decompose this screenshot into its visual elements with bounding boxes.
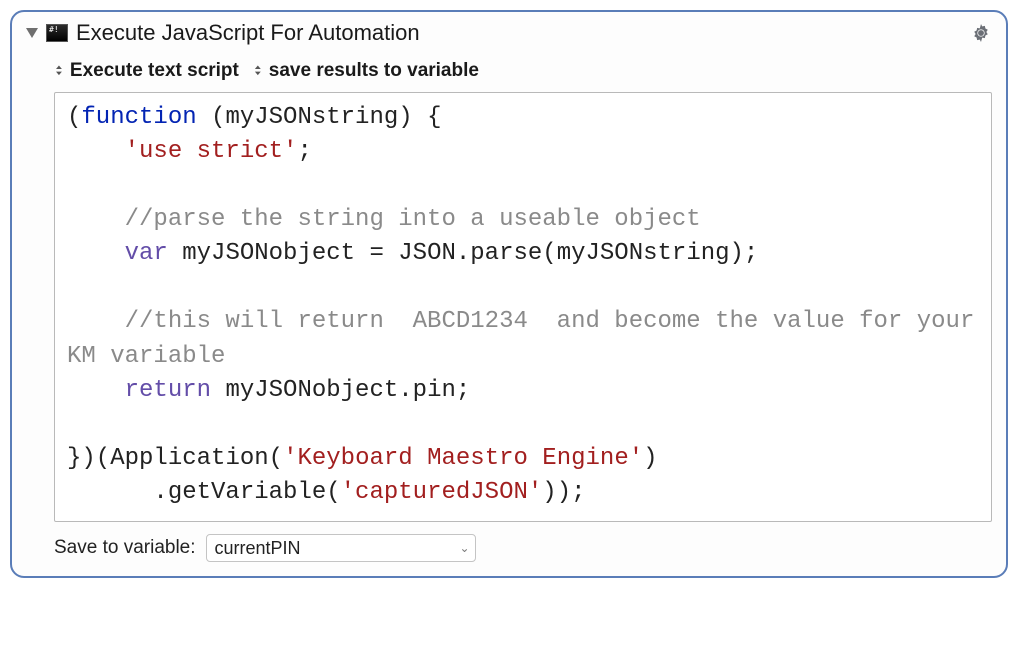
output-mode-label: save results to variable — [269, 60, 479, 82]
script-icon — [46, 24, 68, 42]
stepper-icon: ▲▼ — [253, 65, 263, 77]
action-panel: Execute JavaScript For Automation ▲▼ Exe… — [10, 10, 1008, 578]
footer-row: Save to variable: ⌄ — [26, 522, 992, 562]
action-header: Execute JavaScript For Automation — [26, 20, 992, 46]
script-text-area[interactable]: (function (myJSONstring) { 'use strict';… — [54, 92, 992, 522]
script-mode-selector[interactable]: ▲▼ Execute text script — [54, 60, 239, 82]
variable-name-input[interactable] — [207, 536, 455, 561]
save-to-variable-label: Save to variable: — [54, 537, 196, 559]
options-row: ▲▼ Execute text script ▲▼ save results t… — [26, 56, 992, 92]
gear-icon[interactable] — [970, 22, 992, 44]
chevron-down-icon[interactable]: ⌄ — [455, 541, 475, 555]
variable-name-combo[interactable]: ⌄ — [206, 534, 476, 562]
output-mode-selector[interactable]: ▲▼ save results to variable — [253, 60, 479, 82]
disclosure-triangle-icon[interactable] — [26, 28, 38, 38]
action-title: Execute JavaScript For Automation — [76, 20, 962, 46]
script-mode-label: Execute text script — [70, 60, 239, 82]
stepper-icon: ▲▼ — [54, 65, 64, 77]
